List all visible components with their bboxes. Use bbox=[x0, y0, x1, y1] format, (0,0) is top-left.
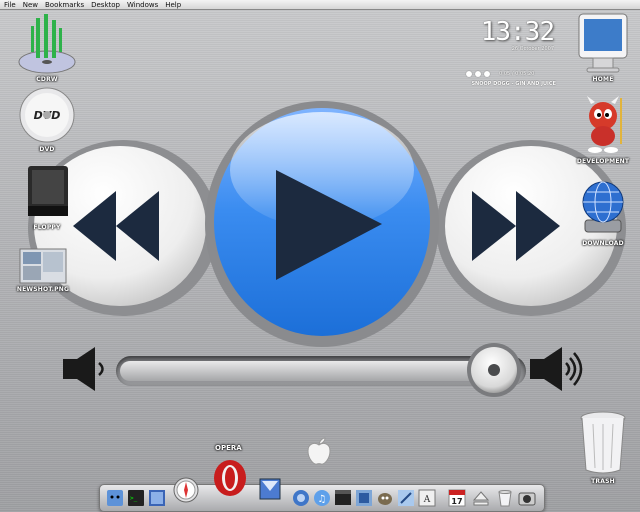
svg-text:♫: ♫ bbox=[318, 494, 327, 505]
development-label: DEVELOPMENT bbox=[576, 158, 630, 165]
volume-track[interactable] bbox=[116, 356, 526, 386]
camera-icon[interactable] bbox=[518, 489, 536, 507]
calendar-day: 17 bbox=[451, 497, 462, 506]
home-folder[interactable]: HOME bbox=[568, 12, 638, 83]
menu-file[interactable]: File bbox=[4, 0, 16, 9]
xcode-icon[interactable] bbox=[397, 489, 415, 507]
play-button[interactable] bbox=[204, 100, 440, 348]
menu-bookmarks[interactable]: Bookmarks bbox=[45, 0, 84, 9]
dvd-icon: DVD bbox=[19, 87, 75, 143]
cdrw-label: CDRW bbox=[36, 76, 58, 83]
menu-bar: File New Bookmarks Desktop Windows Help bbox=[0, 0, 640, 10]
cdrw-icon bbox=[18, 14, 76, 74]
clock-widget: 13:32 26 October 2007 bbox=[460, 17, 555, 52]
opera-label: OPERA bbox=[215, 444, 242, 452]
gimp-icon[interactable] bbox=[376, 489, 394, 507]
volume-mute-icon[interactable] bbox=[60, 345, 110, 393]
floppy-icon bbox=[28, 166, 68, 216]
menu-desktop[interactable]: Desktop bbox=[91, 0, 120, 9]
newshot-file[interactable]: NEWSHOT.PNG bbox=[8, 248, 78, 293]
trash-icon bbox=[580, 411, 626, 474]
network-globe-icon bbox=[582, 181, 624, 233]
image-file-icon bbox=[19, 248, 67, 284]
eject-icon[interactable] bbox=[472, 489, 490, 507]
download-folder[interactable]: DOWNLOAD bbox=[568, 176, 638, 247]
volume-fill bbox=[120, 361, 494, 381]
mail-icon[interactable] bbox=[258, 477, 282, 501]
track-name: SNOOP DOGG - GIN AND JUICE bbox=[471, 81, 556, 87]
development-folder[interactable]: DEVELOPMENT bbox=[568, 92, 638, 165]
svg-text:>_: >_ bbox=[130, 495, 138, 502]
mini-player: 0:05 / 0:05:20 bbox=[466, 71, 556, 77]
trash-label: TRASH bbox=[591, 478, 615, 485]
safari-compass-icon[interactable] bbox=[173, 477, 199, 503]
volume-max-icon[interactable] bbox=[528, 345, 588, 393]
cdrw-drive[interactable]: CDRW bbox=[12, 12, 82, 83]
dvd-drive[interactable]: DVD DVD bbox=[12, 86, 82, 153]
track-time: 0:05 / 0:05:20 bbox=[499, 71, 535, 77]
system-prefs-icon[interactable] bbox=[292, 489, 310, 507]
bsd-daemon-icon bbox=[587, 96, 622, 153]
menu-help[interactable]: Help bbox=[165, 0, 181, 9]
terminal-icon[interactable]: >_ bbox=[127, 489, 145, 507]
svg-text:A: A bbox=[423, 495, 431, 505]
apple-logo-icon[interactable] bbox=[306, 436, 332, 466]
iphoto-icon[interactable] bbox=[355, 489, 373, 507]
computer-monitor-icon bbox=[578, 13, 628, 73]
home-label: HOME bbox=[592, 76, 614, 83]
mini-prev-button[interactable] bbox=[466, 71, 472, 77]
volume-knob[interactable] bbox=[466, 342, 522, 398]
preview-icon[interactable] bbox=[148, 489, 166, 507]
mini-next-button[interactable] bbox=[484, 71, 490, 77]
dvd-label: DVD bbox=[39, 146, 55, 153]
font-book-icon[interactable]: A bbox=[418, 489, 436, 507]
menu-windows[interactable]: Windows bbox=[127, 0, 158, 9]
imovie-icon[interactable] bbox=[334, 489, 352, 507]
calendar-icon[interactable]: 17 bbox=[448, 489, 466, 507]
finder-icon[interactable] bbox=[106, 489, 124, 507]
floppy-label: FLOPPY bbox=[33, 224, 61, 231]
floppy-drive[interactable]: FLOPPY bbox=[12, 164, 82, 231]
download-label: DOWNLOAD bbox=[582, 240, 624, 247]
mini-play-button[interactable] bbox=[475, 71, 481, 77]
itunes-icon[interactable]: ♫ bbox=[313, 489, 331, 507]
menu-new[interactable]: New bbox=[23, 0, 38, 9]
trash[interactable]: TRASH bbox=[568, 410, 638, 485]
clock-time: 13:32 bbox=[480, 17, 555, 47]
newshot-label: NEWSHOT.PNG bbox=[16, 286, 70, 293]
dock-trash-icon[interactable] bbox=[496, 489, 514, 507]
opera-icon[interactable] bbox=[212, 458, 248, 498]
